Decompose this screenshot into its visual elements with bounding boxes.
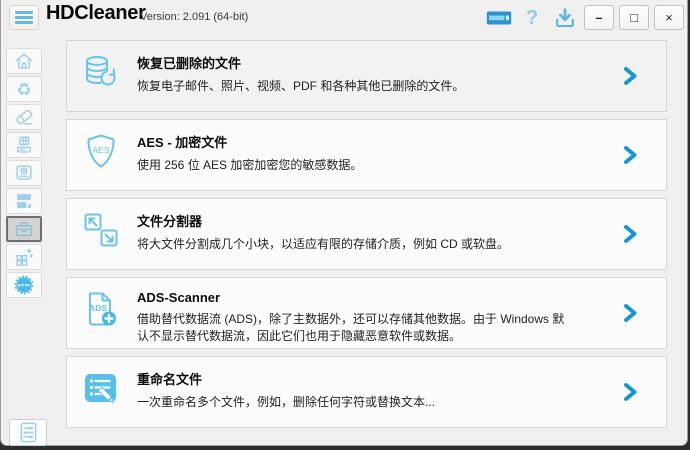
card-title: AES - 加密文件 [137, 135, 228, 150]
sidebar-item-plugins[interactable] [6, 244, 42, 270]
card-title: 重命名文件 [137, 372, 203, 387]
chevron-right-icon[interactable] [623, 145, 638, 165]
card-title: 文件分割器 [137, 214, 203, 229]
aes-shield-icon: AES [87, 134, 115, 168]
sidebar-item-registry[interactable] [6, 132, 42, 158]
sidebar-item-home[interactable] [6, 48, 42, 74]
minimize-button[interactable]: – [584, 5, 614, 30]
file-split-icon [81, 210, 121, 254]
sidebar-item-partition[interactable] [6, 188, 42, 214]
database-recover-icon [86, 56, 116, 86]
feature-card[interactable]: ADS ADS-Scanner 借助替代数据流 (ADS)，除了主数据外，还可以… [66, 277, 667, 349]
card-title: ADS-Scanner [137, 290, 221, 305]
download-button[interactable] [551, 6, 579, 29]
partition-icon [17, 194, 32, 209]
download-icon [556, 7, 574, 27]
chevron-right-icon[interactable] [623, 303, 638, 323]
svg-text:EXTRA: EXTRA [18, 283, 31, 287]
rename-list-icon [85, 374, 116, 404]
card-description: 将大文件分割成几个小块，以适应有限的存储介质，例如 CD 或软盘。 [137, 237, 510, 251]
recycle-icon: ♻ [16, 80, 32, 100]
file-split-icon [84, 213, 118, 247]
donate-button[interactable] [485, 6, 513, 29]
sidebar-item-tools[interactable] [6, 216, 42, 242]
chevron-right-icon[interactable] [623, 224, 638, 244]
home-icon [15, 53, 33, 69]
ads-document-icon: ADS [81, 289, 121, 333]
help-icon: ? [525, 6, 539, 29]
card-description: 借助替代数据流 (ADS)，除了主数据外，还可以存储其他数据。由于 Window… [137, 312, 565, 344]
feature-card[interactable]: 重命名文件 一次重命名多个文件，例如，删除任何字符或替换文本... [66, 356, 667, 428]
card-description: 一次重命名多个文件，例如，删除任何字符或替换文本... [137, 395, 436, 409]
svg-text:AES: AES [92, 145, 109, 155]
donate-icon [486, 11, 512, 24]
sliders-icon [20, 422, 36, 443]
feature-card[interactable]: 文件分割器 将大文件分割成几个小块，以适应有限的存储介质，例如 CD 或软盘。 [66, 198, 667, 270]
app-title: HDCleaner [46, 2, 146, 24]
database-recover-icon [81, 52, 121, 96]
rename-list-icon [81, 368, 121, 412]
card-description: 使用 256 位 AES 加密加密您的敏感数据。 [137, 158, 363, 172]
titlebar: HDCleaner Version: 2.091 (64-bit) ? – □ … [1, 0, 687, 34]
sidebar-item-extra[interactable]: EXTRA [6, 272, 42, 298]
hamburger-icon [15, 11, 33, 14]
chevron-right-icon [624, 383, 637, 401]
feature-card[interactable]: AES AES - 加密文件 使用 256 位 AES 加密加密您的敏感数据。 [66, 119, 667, 191]
app-window: HDCleaner Version: 2.091 (64-bit) ? – □ … [0, 0, 688, 446]
svg-text:ADS: ADS [89, 303, 107, 313]
ads-document-icon: ADS [89, 292, 116, 326]
chevron-right-icon[interactable] [623, 382, 638, 402]
registry-icon [16, 136, 32, 153]
card-title: 恢复已删除的文件 [137, 56, 242, 71]
eraser-icon [16, 109, 33, 125]
aes-shield-icon: AES [81, 131, 121, 175]
card-list: 恢复已删除的文件 恢复电子邮件、照片、视频、PDF 和各种其他已删除的文件。 A… [66, 40, 667, 435]
chevron-right-icon[interactable] [623, 66, 638, 86]
app-version: Version: 2.091 (64-bit) [140, 11, 249, 23]
sidebar-item-options[interactable] [9, 419, 47, 446]
hamburger-menu-button[interactable] [9, 5, 39, 30]
chevron-right-icon [624, 304, 637, 322]
sidebar-item-eraser[interactable] [6, 104, 42, 130]
blocks-icon [16, 248, 34, 266]
feature-card[interactable]: 恢复已删除的文件 恢复电子邮件、照片、视频、PDF 和各种其他已删除的文件。 [66, 40, 667, 112]
extra-badge-icon: EXTRA [14, 275, 34, 295]
help-button[interactable]: ? [518, 6, 546, 29]
sidebar-item-drive[interactable] [6, 160, 42, 186]
card-description: 恢复电子邮件、照片、视频、PDF 和各种其他已删除的文件。 [137, 79, 465, 93]
chevron-right-icon [624, 67, 637, 85]
toolbox-icon [15, 222, 33, 237]
hard-drive-icon [16, 165, 32, 180]
close-button[interactable]: × [654, 5, 684, 30]
chevron-right-icon [624, 225, 637, 243]
maximize-button[interactable]: □ [619, 5, 649, 30]
svg-text:♻: ♻ [16, 80, 32, 100]
sidebar: ♻ EXTRA [1, 48, 47, 300]
sidebar-item-cleaning[interactable]: ♻ [6, 76, 42, 102]
chevron-right-icon [624, 146, 637, 164]
